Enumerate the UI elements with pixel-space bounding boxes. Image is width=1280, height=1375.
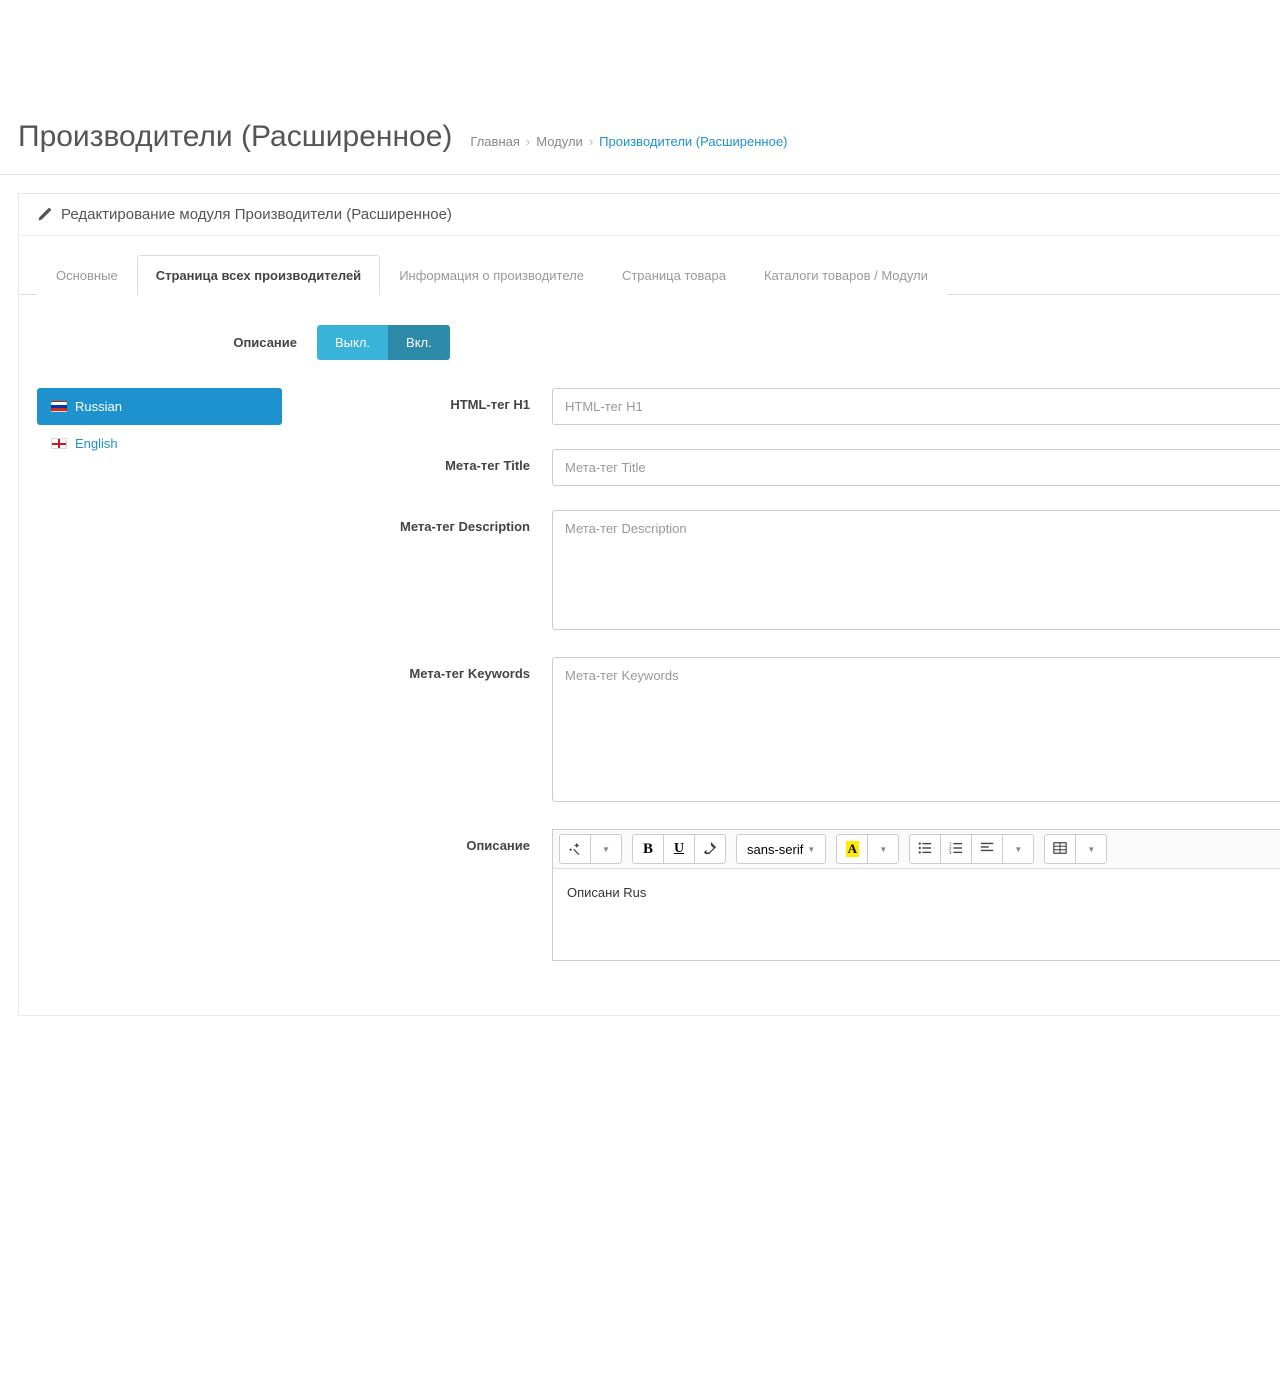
lang-item-english[interactable]: English xyxy=(37,425,282,462)
label-meta-description: Мета-тег Description xyxy=(282,510,552,633)
label-editor: Описание xyxy=(282,829,552,961)
pencil-icon xyxy=(37,208,51,222)
list-ol-icon: 123 xyxy=(949,841,963,858)
editor-bold-button[interactable]: B xyxy=(632,834,664,864)
label-meta-title: Мета-тег Title xyxy=(282,449,552,486)
lang-item-russian[interactable]: Russian xyxy=(37,388,282,425)
editor-align-button[interactable] xyxy=(971,834,1003,864)
font-family-label: sans-serif xyxy=(747,842,803,857)
underline-icon: U xyxy=(674,841,684,857)
bold-icon: B xyxy=(643,841,653,858)
editor-toolbar: ▼ B U sans-serif xyxy=(552,829,1280,869)
align-icon xyxy=(980,841,994,858)
editor-align-dropdown[interactable]: ▼ xyxy=(1002,834,1034,864)
panel: Редактирование модуля Производители (Рас… xyxy=(18,193,1280,1016)
description-toggle: Выкл. Вкл. xyxy=(317,325,450,360)
tab-main[interactable]: Основные xyxy=(37,255,137,295)
tab-manufacturer-info[interactable]: Информация о производителе xyxy=(380,255,603,295)
magic-icon xyxy=(568,841,582,858)
flag-en-icon xyxy=(51,438,67,449)
flag-ru-icon xyxy=(51,401,67,412)
text-color-icon: A xyxy=(846,841,859,857)
row-meta-keywords: Мета-тег Keywords xyxy=(282,657,1280,805)
caret-down-icon: ▼ xyxy=(1014,845,1022,854)
breadcrumb-modules[interactable]: Модули xyxy=(536,134,583,149)
caret-down-icon: ▼ xyxy=(807,845,815,854)
editor-content[interactable]: Описани Rus xyxy=(552,869,1280,961)
svg-text:3: 3 xyxy=(949,850,952,855)
page-title: Производители (Расширенное) xyxy=(18,120,452,154)
row-meta-description: Мета-тег Description xyxy=(282,510,1280,633)
editor-ul-button[interactable] xyxy=(909,834,941,864)
tab-content: Описание Выкл. Вкл. Russian English HTM xyxy=(19,295,1280,1015)
toggle-on-button[interactable]: Вкл. xyxy=(388,325,450,360)
input-meta-title[interactable] xyxy=(552,449,1280,486)
editor-underline-button[interactable]: U xyxy=(663,834,695,864)
main-columns: Russian English HTML-тег H1 Мета-тег Tit… xyxy=(37,388,1280,985)
lang-label: Russian xyxy=(75,399,122,414)
description-toggle-label: Описание xyxy=(37,335,317,350)
editor-text: Описани Rus xyxy=(567,885,646,900)
editor-table-button[interactable] xyxy=(1044,834,1076,864)
panel-heading-text: Редактирование модуля Производители (Рас… xyxy=(61,206,452,223)
breadcrumb-home[interactable]: Главная xyxy=(470,134,519,149)
editor-ol-button[interactable]: 123 xyxy=(940,834,972,864)
caret-down-icon: ▼ xyxy=(879,845,887,854)
eraser-icon xyxy=(703,841,717,858)
language-nav: Russian English xyxy=(37,388,282,985)
tabs: Основные Страница всех производителей Ин… xyxy=(19,254,1280,295)
editor-font-family-select[interactable]: sans-serif ▼ xyxy=(736,834,826,864)
breadcrumb-current[interactable]: Производители (Расширенное) xyxy=(599,134,787,149)
row-h1: HTML-тег H1 xyxy=(282,388,1280,425)
row-editor: Описание ▼ B U xyxy=(282,829,1280,961)
breadcrumb-sep: › xyxy=(526,134,530,149)
textarea-meta-description[interactable] xyxy=(552,510,1280,630)
editor-text-color-dropdown[interactable]: ▼ xyxy=(867,834,899,864)
tab-product-page[interactable]: Страница товара xyxy=(603,255,745,295)
input-h1[interactable] xyxy=(552,388,1280,425)
page-header: Производители (Расширенное) Главная › Мо… xyxy=(0,95,1280,175)
form-area: HTML-тег H1 Мета-тег Title Мета-тег Desc… xyxy=(282,388,1280,985)
breadcrumb-sep: › xyxy=(589,134,593,149)
label-h1: HTML-тег H1 xyxy=(282,388,552,425)
list-ul-icon xyxy=(918,841,932,858)
row-meta-title: Мета-тег Title xyxy=(282,449,1280,486)
table-icon xyxy=(1053,841,1067,858)
tab-all-manufacturers[interactable]: Страница всех производителей xyxy=(137,255,381,295)
editor-table-dropdown[interactable]: ▼ xyxy=(1075,834,1107,864)
editor-magic-dropdown[interactable]: ▼ xyxy=(590,834,622,864)
breadcrumb: Главная › Модули › Производители (Расшир… xyxy=(470,134,787,149)
editor-eraser-button[interactable] xyxy=(694,834,726,864)
textarea-meta-keywords[interactable] xyxy=(552,657,1280,802)
editor-magic-button[interactable] xyxy=(559,834,591,864)
editor-text-color-button[interactable]: A xyxy=(836,834,868,864)
panel-heading: Редактирование модуля Производители (Рас… xyxy=(19,194,1280,236)
caret-down-icon: ▼ xyxy=(1087,845,1095,854)
tab-catalogs[interactable]: Каталоги товаров / Модули xyxy=(745,255,947,295)
toggle-off-button[interactable]: Выкл. xyxy=(317,325,388,360)
caret-down-icon: ▼ xyxy=(602,845,610,854)
description-toggle-row: Описание Выкл. Вкл. xyxy=(37,325,1280,360)
label-meta-keywords: Мета-тег Keywords xyxy=(282,657,552,805)
lang-label: English xyxy=(75,436,118,451)
